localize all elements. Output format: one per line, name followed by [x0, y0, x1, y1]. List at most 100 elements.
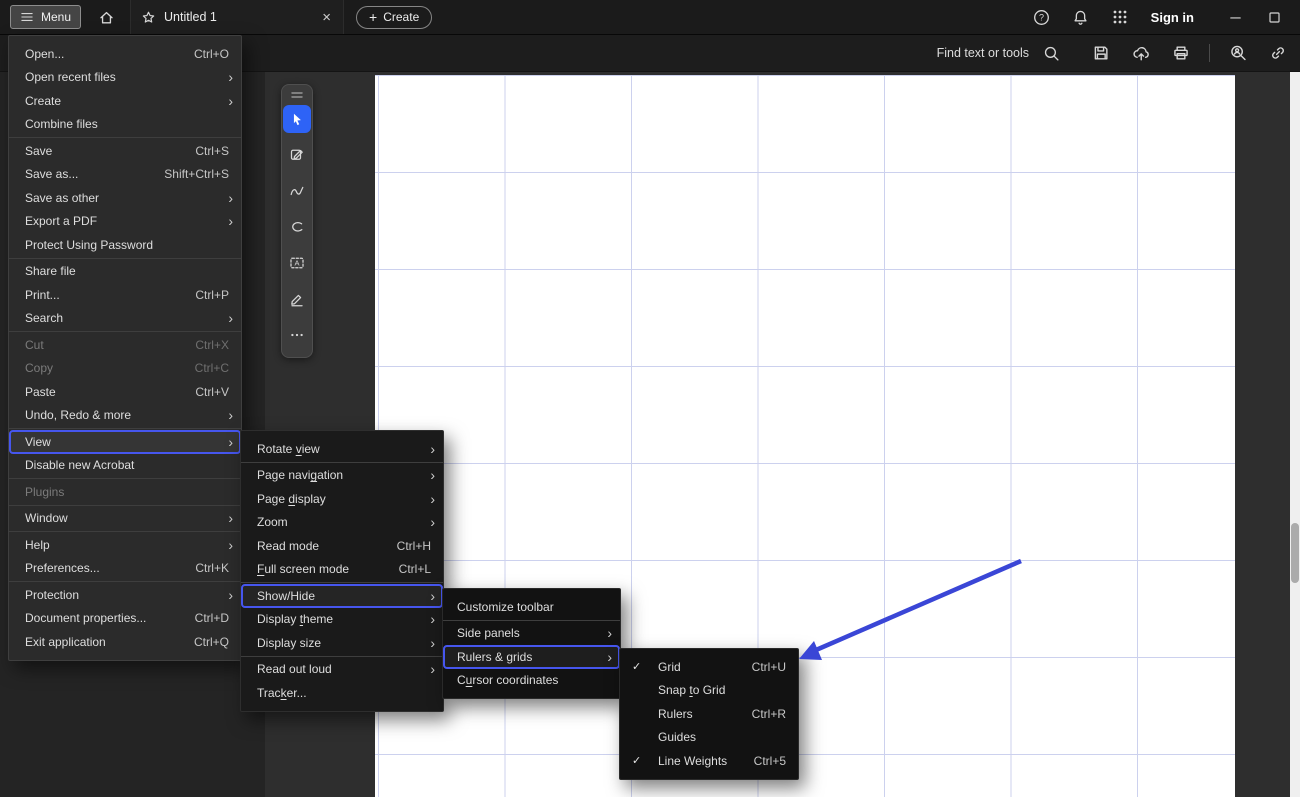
- add-text-tool-button[interactable]: A: [283, 249, 311, 277]
- menu-item-open-recent-files[interactable]: Open recent files›: [9, 66, 241, 90]
- menu-item-display-size[interactable]: Display size›: [241, 631, 443, 655]
- menu-item-page-navigation[interactable]: Page navigation ›: [241, 464, 443, 488]
- menu-item-protect-using-password[interactable]: Protect Using Password: [9, 233, 241, 257]
- tab-close-icon[interactable]: ×: [320, 10, 333, 25]
- menu-item-exit-application[interactable]: Exit applicationCtrl+Q: [9, 630, 241, 654]
- menu-item-read-out-loud[interactable]: Read out loud›: [241, 658, 443, 682]
- menu-item-side-panels[interactable]: Side panels›: [443, 622, 620, 646]
- menu-item-label: Page display: [257, 492, 326, 506]
- draw-tool-button[interactable]: [283, 177, 311, 205]
- menu-item-rotate-view[interactable]: Rotate view›: [241, 437, 443, 461]
- find-tools-button[interactable]: Find text or tools: [937, 41, 1063, 65]
- fill-sign-tool-button[interactable]: [283, 285, 311, 313]
- menu-item-customize-toolbar[interactable]: Customize toolbar: [443, 595, 620, 619]
- scrollbar-thumb[interactable]: [1291, 523, 1299, 583]
- menu-item-read-mode[interactable]: Read modeCtrl+H: [241, 534, 443, 558]
- menu-separator: [9, 581, 241, 582]
- menu-item-show-hide[interactable]: Show/Hide›: [241, 584, 443, 608]
- maximize-icon[interactable]: [1262, 5, 1286, 29]
- menu-item-shortcut: Ctrl+V: [195, 385, 229, 399]
- menu-item-share-file[interactable]: Share file: [9, 260, 241, 284]
- menu-item-right: ›: [607, 650, 608, 664]
- sign-in-button[interactable]: Sign in: [1151, 10, 1194, 25]
- acrobat-window: Menu Untitled 1 × + Create ? Sig: [0, 0, 1300, 797]
- menu-item-right: Ctrl+U: [752, 660, 786, 674]
- menu-item-help[interactable]: Help›: [9, 533, 241, 557]
- lasso-tool-button[interactable]: [283, 213, 311, 241]
- bell-icon[interactable]: [1069, 5, 1093, 29]
- menu-item-save-as-other[interactable]: Save as other›: [9, 186, 241, 210]
- menu-item-label: Search: [25, 311, 63, 325]
- search-person-icon[interactable]: [1226, 41, 1250, 65]
- menu-item-print[interactable]: Print...Ctrl+P: [9, 283, 241, 307]
- home-icon[interactable]: [94, 5, 118, 29]
- save-icon[interactable]: [1089, 41, 1113, 65]
- help-icon[interactable]: ?: [1030, 5, 1054, 29]
- submenu-arrow-icon: ›: [228, 70, 233, 84]
- menu-item-snap-to-grid[interactable]: Snap to Grid: [620, 679, 798, 703]
- menu-separator: [9, 258, 241, 259]
- menu-item-right: ›: [228, 311, 229, 325]
- menu-item-document-properties[interactable]: Document properties...Ctrl+D: [9, 607, 241, 631]
- vertical-scrollbar[interactable]: [1290, 71, 1300, 797]
- drag-handle[interactable]: [282, 88, 312, 101]
- submenu-arrow-icon: ›: [228, 511, 233, 525]
- menu-item-label: Customize toolbar: [457, 600, 554, 614]
- menu-item-export-a-pdf[interactable]: Export a PDF›: [9, 210, 241, 234]
- menu-item-cursor-coordinates[interactable]: Cursor coordinates: [443, 669, 620, 693]
- more-tools-button[interactable]: [283, 321, 311, 349]
- menu-item-rulers[interactable]: RulersCtrl+R: [620, 702, 798, 726]
- edit-tool-button[interactable]: [283, 141, 311, 169]
- menu-item-protection[interactable]: Protection›: [9, 583, 241, 607]
- submenu-arrow-icon: ›: [430, 468, 435, 482]
- menu-item-view[interactable]: View›: [9, 430, 241, 454]
- menu-item-paste[interactable]: PasteCtrl+V: [9, 380, 241, 404]
- submenu-arrow-icon: ›: [430, 636, 435, 650]
- menu-separator: [9, 428, 241, 429]
- menu-item-shortcut: Ctrl+R: [752, 707, 786, 721]
- menu-item-undo-redo-more[interactable]: Undo, Redo & more›: [9, 404, 241, 428]
- menu-item-page-display[interactable]: Page display ›: [241, 487, 443, 511]
- menu-item-window[interactable]: Window›: [9, 507, 241, 531]
- create-button[interactable]: + Create: [356, 6, 432, 29]
- menu-item-open[interactable]: Open...Ctrl+O: [9, 42, 241, 66]
- menu-item-label: Create: [25, 94, 61, 108]
- menu-item-zoom[interactable]: Zoom›: [241, 511, 443, 535]
- menu-item-guides[interactable]: Guides: [620, 726, 798, 750]
- menu-item-right: Ctrl+K: [195, 561, 229, 575]
- document-tab[interactable]: Untitled 1 ×: [130, 0, 344, 34]
- cloud-upload-icon[interactable]: [1129, 41, 1153, 65]
- menu-item-tracker[interactable]: Tracker...: [241, 681, 443, 705]
- menu-item-grid[interactable]: ✓GridCtrl+U: [620, 655, 798, 679]
- submenu-arrow-icon: ›: [228, 435, 233, 449]
- menu-item-label: Full screen mode: [257, 562, 349, 576]
- menu-item-combine-files[interactable]: Combine files: [9, 113, 241, 137]
- link-icon[interactable]: [1266, 41, 1290, 65]
- menu-item-preferences[interactable]: Preferences...Ctrl+K: [9, 557, 241, 581]
- menu-item-save[interactable]: SaveCtrl+S: [9, 139, 241, 163]
- menu-item-line-weights[interactable]: ✓Line WeightsCtrl+5: [620, 749, 798, 773]
- submenu-arrow-icon: ›: [228, 191, 233, 205]
- menu-item-display-theme[interactable]: Display theme›: [241, 608, 443, 632]
- menu-item-save-as[interactable]: Save as...Shift+Ctrl+S: [9, 163, 241, 187]
- menu-item-disable-new-acrobat[interactable]: Disable new Acrobat: [9, 454, 241, 478]
- menu-item-right: ›: [228, 94, 229, 108]
- minimize-icon[interactable]: [1223, 5, 1247, 29]
- menu-item-rulers-grids[interactable]: Rulers & grids›: [443, 645, 620, 669]
- star-icon[interactable]: [141, 10, 156, 25]
- menu-button[interactable]: Menu: [10, 5, 81, 29]
- menu-item-right: ›: [430, 662, 431, 676]
- menu-item-create[interactable]: Create ›: [9, 89, 241, 113]
- menu-item-right: Ctrl+R: [752, 707, 786, 721]
- select-tool-button[interactable]: [283, 105, 311, 133]
- print-icon[interactable]: [1169, 41, 1193, 65]
- menu-item-full-screen-mode[interactable]: Full screen modeCtrl+L: [241, 558, 443, 582]
- menu-item-right: ›: [607, 626, 608, 640]
- menu-item-right: Shift+Ctrl+S: [164, 167, 229, 181]
- menu-item-plugins: Plugins: [9, 480, 241, 504]
- menu-item-label: Cut: [25, 338, 44, 352]
- apps-grid-icon[interactable]: [1108, 5, 1132, 29]
- menu-item-label: Page navigation: [257, 468, 343, 482]
- menu-item-search[interactable]: Search ›: [9, 307, 241, 331]
- menu-item-right: ›: [430, 492, 431, 506]
